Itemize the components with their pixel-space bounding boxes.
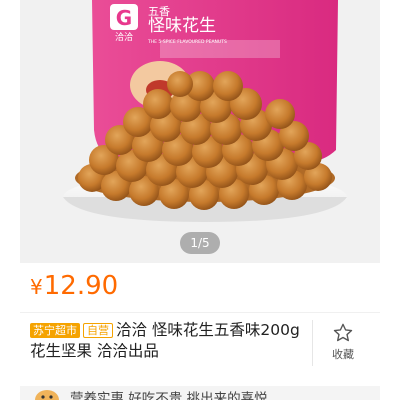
self-operated-badge: 自营 [83, 323, 113, 338]
divider [20, 312, 380, 313]
package-brand-text: 洽洽 [115, 31, 133, 43]
divider-vertical [312, 320, 313, 366]
product-price: ¥12.90 [30, 270, 118, 303]
product-photo: G 洽洽 五香 怪味花生 THE 5-SPICE FLAVOURED PEANU… [20, 0, 380, 263]
promo-banner-text: 营养实惠 好吃不贵 挑出来的喜悦 [70, 391, 268, 400]
favorite-label: 收藏 [332, 348, 354, 361]
peanut-mascot-icon [35, 390, 59, 400]
product-title-block: 苏宁超市 自营 洽洽 怪味花生五香味200g 花生坚果 洽洽出品 [30, 320, 300, 362]
store-badge: 苏宁超市 [30, 323, 80, 338]
star-outline-icon [333, 323, 353, 342]
package-tagline-text: THE 5-SPICE FLAVOURED PEANUTS [147, 39, 227, 45]
svg-text:G: G [116, 6, 132, 30]
currency-symbol: ¥ [30, 275, 43, 299]
product-image-carousel[interactable]: G 洽洽 五香 怪味花生 THE 5-SPICE FLAVOURED PEANU… [20, 0, 380, 263]
image-pager-indicator: 1/5 [180, 232, 220, 254]
promo-banner[interactable]: 营养实惠 好吃不贵 挑出来的喜悦 [20, 386, 380, 400]
favorite-button[interactable]: 收藏 [320, 322, 366, 362]
package-title-text: 怪味花生 [148, 16, 216, 36]
price-amount: 12.90 [43, 271, 119, 301]
